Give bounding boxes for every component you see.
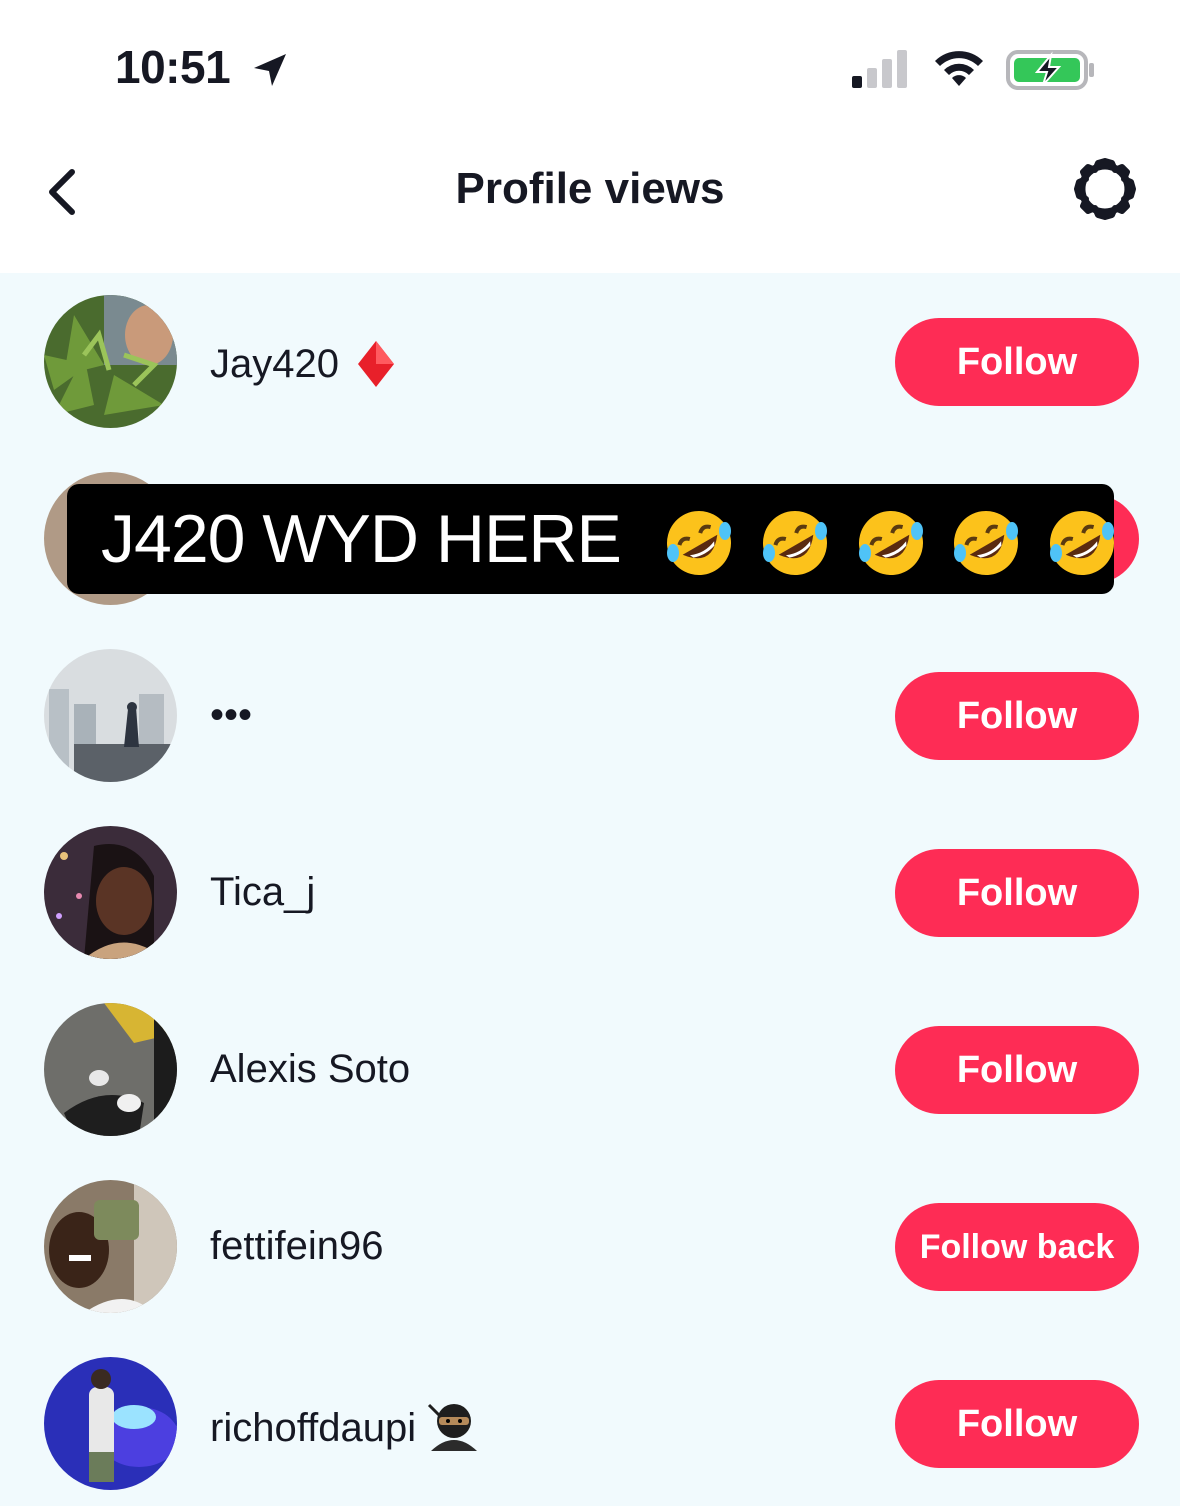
follow-button[interactable]: Follow [895,672,1139,760]
follow-back-button[interactable]: Follow back [895,1203,1139,1291]
profile-views-list: Jay420 Follow ••• Follow Tica_j Follow A… [0,273,1180,1506]
username[interactable]: fettifein96 [210,1224,383,1269]
nav-header: Profile views [0,130,1180,273]
emoji-row [661,489,1123,599]
avatar[interactable] [44,1180,177,1313]
list-item[interactable]: Alexis Soto Follow [0,981,1180,1158]
username[interactable]: Tica_j [210,870,315,915]
list-item[interactable]: fettifein96 Follow back [0,1158,1180,1335]
follow-button[interactable]: Follow [895,318,1139,406]
page-title: Profile views [455,164,725,213]
battery-charging-icon [1006,50,1094,90]
list-item[interactable]: richoffdaupi Follow [0,1335,1180,1506]
cellular-signal-icon [852,50,907,88]
location-arrow-icon [254,54,286,86]
gear-icon[interactable] [1070,154,1140,224]
status-time: 10:51 [115,41,231,93]
rolling-on-floor-laughing-icon [762,511,827,576]
avatar[interactable] [44,1357,177,1490]
rolling-on-floor-laughing-icon [954,511,1019,576]
caption-text: J420 WYD HERE [101,501,622,577]
avatar[interactable] [44,1003,177,1136]
username[interactable]: Jay420 [210,339,396,389]
follow-button[interactable]: Follow [895,1380,1139,1468]
follow-button[interactable]: Follow [895,1026,1139,1114]
rolling-on-floor-laughing-icon [666,511,731,576]
red-diamond-icon [358,341,395,387]
username-text: Jay420 [210,342,339,386]
rolling-on-floor-laughing-icon [858,511,923,576]
list-item[interactable]: Tica_j Follow [0,804,1180,981]
username[interactable]: ••• [210,693,252,738]
follow-button[interactable]: Follow [895,849,1139,937]
status-bar: 10:51 [0,0,1180,130]
wifi-icon [935,51,983,86]
avatar[interactable] [44,826,177,959]
username[interactable]: Alexis Soto [210,1047,410,1092]
caption-overlay: J420 WYD HERE [67,484,1115,594]
username[interactable]: richoffdaupi [210,1401,481,1451]
list-item[interactable]: ••• Follow [0,627,1180,804]
username-text: richoffdaupi [210,1406,417,1450]
list-item[interactable]: Jay420 Follow [0,273,1180,450]
rolling-on-floor-laughing-icon [1050,511,1115,576]
ninja-icon [428,1403,478,1451]
avatar[interactable] [44,649,177,782]
avatar[interactable] [44,295,177,428]
